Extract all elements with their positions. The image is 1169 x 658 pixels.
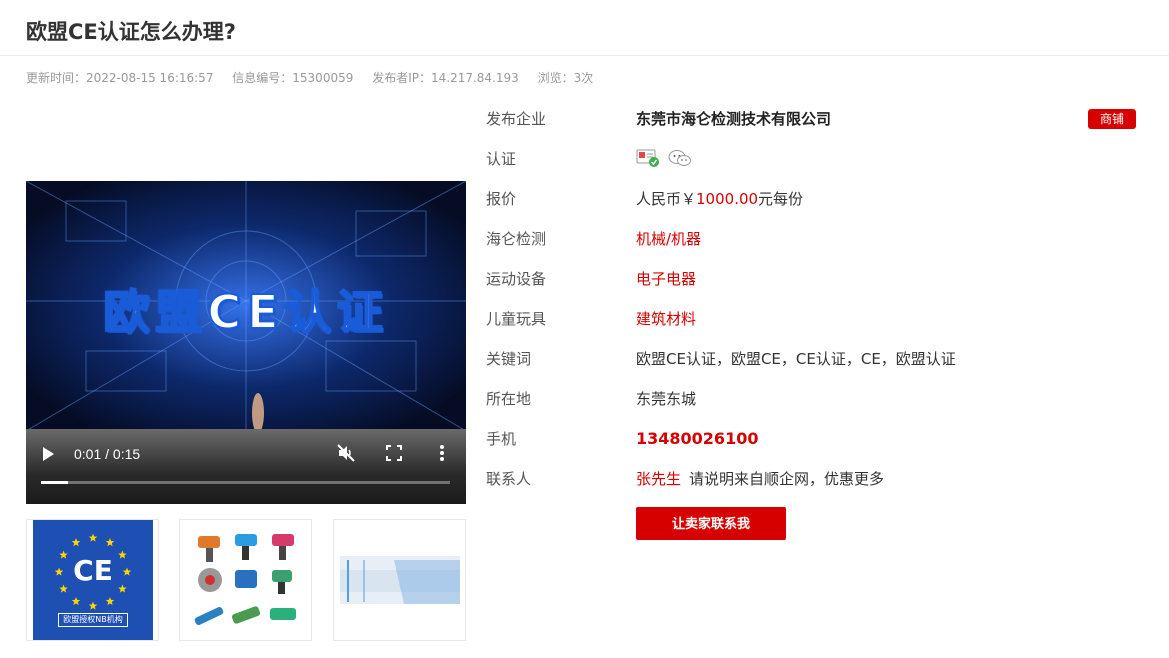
company-name[interactable]: 东莞市海仑检测技术有限公司: [636, 107, 831, 131]
info-location-row: 所在地 东莞东城: [486, 387, 1146, 411]
info-cat1-row: 海仑检测 机械/机器: [486, 227, 1146, 251]
page-title: 欧盟CE认证怎么办理?: [26, 20, 236, 44]
meta-updated: 更新时间：2022-08-15 16:16:57: [26, 71, 214, 85]
document-image: [340, 556, 460, 604]
contact-seller-button[interactable]: 让卖家联系我: [636, 507, 786, 540]
info-cert-row: 认证: [486, 147, 1146, 171]
ce-mark-text: CE: [73, 554, 113, 587]
cert-label: 认证: [486, 150, 517, 168]
info-company-row: 发布企业 东莞市海仑检测技术有限公司 商铺: [486, 107, 1146, 131]
meta-ip: 发布者IP：14.217.84.193: [372, 71, 519, 85]
eu-star: [88, 533, 98, 542]
contact-name[interactable]: 张先生: [636, 470, 681, 488]
fullscreen-icon[interactable]: [386, 445, 402, 461]
video-player[interactable]: 欧盟CE认证 0:01 / 0:15: [26, 181, 466, 504]
eu-star: [88, 601, 98, 610]
info-cat3-row: 儿童玩具 建筑材料: [486, 307, 1146, 331]
meta-bar: 更新时间：2022-08-15 16:16:57 信息编号：15300059 发…: [26, 69, 608, 86]
cert-icons: [636, 149, 692, 167]
play-icon[interactable]: [43, 447, 54, 461]
id-verified-icon: [636, 149, 659, 167]
meta-views: 浏览：3次: [537, 71, 594, 85]
info-price-row: 报价 人民币￥1000.00元每份: [486, 187, 1146, 211]
ce-caption: 欧盟授权NB机构: [58, 613, 128, 627]
eu-star: [105, 538, 115, 547]
video-banner-text: 欧盟CE认证: [102, 284, 389, 340]
wechat-icon: [668, 150, 691, 166]
category1-link[interactable]: 机械/机器: [636, 227, 701, 251]
thumbnail-document[interactable]: [333, 519, 466, 641]
phone-label: 手机: [486, 430, 517, 448]
info-keywords-row: 关键词 欧盟CE认证，欧盟CE，CE认证，CE，欧盟认证: [486, 347, 1146, 371]
eu-star: [71, 538, 81, 547]
thumbnail-power-tools[interactable]: [179, 519, 312, 641]
category2-label: 运动设备: [486, 270, 547, 288]
contact-note: 请说明来自顺企网，优惠更多: [689, 470, 885, 488]
keywords-label: 关键词: [486, 350, 532, 368]
location-value: 东莞东城: [636, 390, 697, 408]
info-cat2-row: 运动设备 电子电器: [486, 267, 1146, 291]
phone-value[interactable]: 13480026100: [636, 427, 758, 451]
thumbnail-ce-mark[interactable]: CE 欧盟授权NB机构: [26, 519, 159, 641]
contact-value: 张先生 请说明来自顺企网，优惠更多: [636, 467, 884, 491]
video-controls: 0:01 / 0:15: [26, 429, 466, 504]
power-tools-image: [194, 534, 296, 625]
category2-link[interactable]: 电子电器: [636, 267, 696, 291]
keywords-value: 欧盟CE认证，欧盟CE，CE认证，CE，欧盟认证: [636, 350, 956, 368]
meta-info-id: 信息编号：15300059: [232, 71, 354, 85]
price-value: 人民币￥1000.00元每份: [636, 187, 803, 211]
price-prefix: 人民币￥: [636, 190, 697, 208]
price-amount: 1000.00: [696, 190, 759, 208]
category1-label: 海仑检测: [486, 230, 547, 248]
divider: [0, 55, 1169, 56]
info-phone-row: 手机 13480026100: [486, 427, 1146, 451]
more-icon[interactable]: [436, 445, 448, 463]
mute-icon[interactable]: [336, 443, 356, 463]
info-contact-row: 联系人 张先生 请说明来自顺企网，优惠更多: [486, 467, 1146, 491]
ce-mark-image: CE 欧盟授权NB机构: [33, 520, 153, 640]
contact-label: 联系人: [486, 470, 532, 488]
price-suffix: 元每份: [758, 190, 804, 208]
video-progress-fill: [41, 481, 69, 484]
category3-link[interactable]: 建筑材料: [636, 307, 696, 331]
shop-badge[interactable]: 商铺: [1088, 109, 1136, 129]
eu-star: [71, 596, 81, 606]
category3-label: 儿童玩具: [486, 310, 547, 328]
video-progress-bar[interactable]: [41, 481, 450, 484]
location-label: 所在地: [486, 390, 532, 408]
eu-star: [105, 596, 115, 606]
page: 欧盟CE认证怎么办理? 更新时间：2022-08-15 16:16:57 信息编…: [0, 0, 1169, 658]
video-time: 0:01 / 0:15: [74, 446, 141, 462]
company-label: 发布企业: [486, 110, 547, 128]
price-label: 报价: [486, 190, 517, 208]
